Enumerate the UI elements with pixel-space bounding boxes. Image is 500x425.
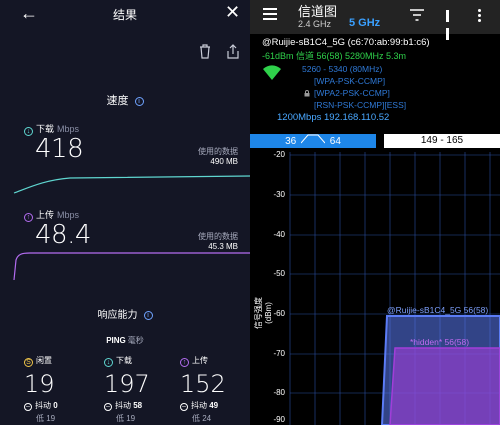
idle-icon: S [24,358,33,367]
upload-speed-graph [13,252,250,281]
jitter-icon: – [24,403,32,411]
ping-download-label-text: 下载 [116,356,132,365]
speed-section-heading: 速度 i [0,92,250,108]
ping-idle-label: S 闲置 [24,355,94,367]
ping-download-label: ↓ 下载 [104,355,174,367]
download-arrow-icon: ↓ [104,358,113,367]
trash-icon[interactable] [198,43,212,59]
ping-upload-label-text: 上传 [192,356,208,365]
ping-download-value: 197 [104,370,150,398]
y-axis-title: 信号强度 (dBm) [254,297,273,329]
channel-signal-graph [289,152,500,425]
close-icon[interactable]: ✕ [225,2,240,23]
y-tick: -90 [273,415,285,424]
jitter-value: 0 [53,401,58,410]
low-value: 19 [126,414,136,423]
jitter-label: 抖动 [35,401,51,410]
y-tick: -20 [273,150,285,159]
upload-arrow-icon: ↑ [180,358,189,367]
jitter-icon: – [104,403,112,411]
upload-unit: Mbps [57,210,80,220]
low-label: 低 [116,414,124,423]
y-tick: -80 [273,388,285,397]
y-tick: -50 [273,269,285,278]
download-label-text: 下载 [36,124,55,134]
y-tick: -30 [273,190,285,199]
channel-graph-panel: 信道图 2.4 GHz 5 GHz @Ruijie-sB1C4_5G (c6:7… [250,0,500,425]
ping-idle-label-text: 闲置 [36,356,52,365]
ping-download-jitter: – 抖动 58 [104,400,174,411]
y-tick: -40 [273,230,285,239]
download-unit: Mbps [57,124,80,134]
share-icon[interactable] [226,43,240,59]
speedtest-result-panel: ← 结果 ✕ 速度 i ↓ 下载 Mbps 418 使用的数据 490 MB ↑ 上传 M… [0,0,250,425]
jitter-label: 抖动 [191,401,207,410]
page-title: 结果 [112,8,137,22]
ping-upload-value: 152 [180,370,226,398]
y-tick: -70 [273,349,285,358]
ping-idle: S 闲置 19 – 抖动 0 低 19 [24,355,94,424]
ping-upload: ↑ 上传 152 – 抖动 49 低 24 [180,355,250,424]
upload-speed-value: 48.4 [35,220,91,250]
ping-idle-value: 19 [24,370,55,398]
low-label: 低 [192,414,200,423]
jitter-value: 58 [133,401,143,410]
upload-used-label: 使用的数据 [198,232,238,241]
low-value: 19 [46,414,56,423]
download-used-label: 使用的数据 [198,147,238,156]
hidden-curve-label: *hidden* 56(58) [410,337,470,347]
ping-download: ↓ 下载 197 – 抖动 58 低 19 [104,355,174,424]
jitter-label: 抖动 [115,401,131,410]
upload-label-text: 上传 [36,210,55,220]
info-icon[interactable]: i [134,97,144,106]
jitter-value: 49 [209,401,219,410]
download-arrow-icon: ↓ [24,127,33,136]
ping-unit: 毫秒 [127,336,144,345]
ping-idle-low: 低 19 [36,413,94,424]
jitter-icon: – [180,403,188,411]
ping-upload-low: 低 24 [192,413,250,424]
download-speed-value: 418 [35,134,84,164]
responsiveness-heading: 响应能力 i [0,306,250,321]
low-label: 低 [36,414,44,423]
hidden-network-curve [389,347,500,425]
network-curve-label: @Ruijie-sB1C4_5G 56(58) [387,305,489,315]
ping-label: PING [106,336,126,345]
upload-arrow-icon: ↑ [24,213,33,222]
speed-heading-text: 速度 [106,95,129,107]
result-top-bar: ← 结果 ✕ [0,0,250,26]
info-icon[interactable]: i [143,311,153,320]
ping-idle-jitter: – 抖动 0 [24,400,94,411]
ping-upload-jitter: – 抖动 49 [180,400,250,411]
low-value: 24 [202,414,212,423]
ping-heading: PING 毫秒 [0,335,250,346]
ping-download-low: 低 19 [116,413,174,424]
ping-upload-label: ↑ 上传 [180,355,250,367]
responsiveness-heading-text: 响应能力 [97,310,138,321]
download-speed-graph [13,175,250,194]
